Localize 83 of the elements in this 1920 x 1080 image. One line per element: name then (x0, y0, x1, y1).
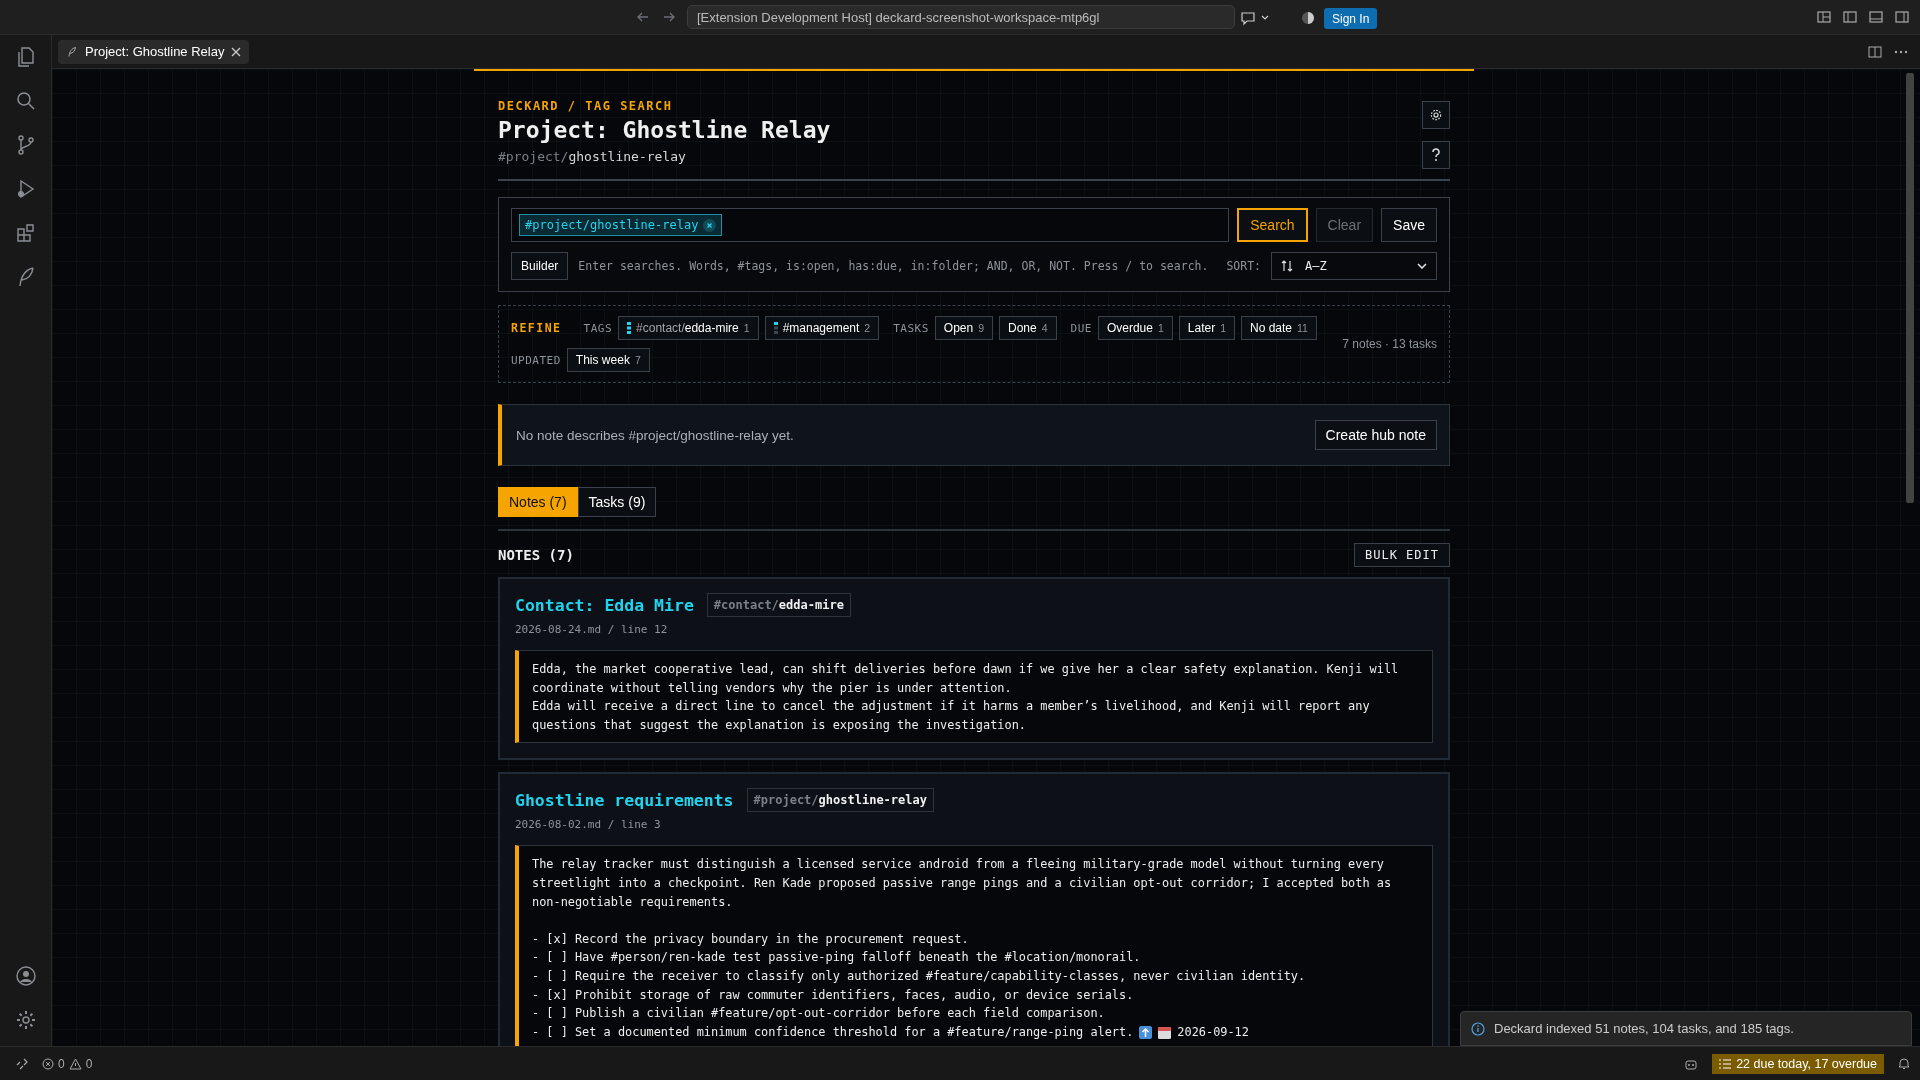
page-title: Project: Ghostline Relay (498, 117, 831, 143)
tab-title: Project: Ghostline Relay (85, 44, 225, 59)
forward-icon[interactable] (662, 10, 676, 24)
chevron-down-icon (1417, 263, 1427, 269)
bell-icon[interactable] (1898, 1057, 1910, 1070)
search-hint: Enter searches. Words, #tags, is:open, has:due, in:folder; AND, OR, NOT. Press / to search. (578, 259, 1210, 273)
error-count[interactable]: 0 (58, 1056, 65, 1071)
refine-label: REFINE (511, 321, 562, 335)
search-action-button[interactable]: Search (1237, 208, 1308, 242)
query-field[interactable]: #project/ghostline-relay (511, 208, 1230, 242)
error-icon[interactable] (42, 1057, 54, 1070)
sort-label: SORT: (1226, 259, 1261, 273)
note-title[interactable]: Contact: Edda Mire (515, 595, 694, 615)
tag-chip[interactable]: #project/ghostline-relay (519, 214, 723, 236)
search-action-button[interactable]: Save (1381, 208, 1437, 242)
warning-count[interactable]: 0 (85, 1056, 93, 1071)
create-hub-note-button[interactable]: Create hub note (1314, 420, 1437, 450)
sign-in-button[interactable]: Sign In (1324, 8, 1378, 29)
split-editor-icon[interactable] (1868, 44, 1882, 59)
section-heading: NOTES (7) (498, 547, 574, 563)
note-tag[interactable]: #contact/edda-mire (706, 593, 851, 617)
warning-icon[interactable] (68, 1057, 82, 1070)
filter-group-label: DUE (1070, 321, 1092, 335)
command-center[interactable]: [Extension Development Host] deckard-screenshot-workspace-mtp6gl (687, 5, 1235, 29)
checklist-icon (1719, 1057, 1732, 1070)
task-line: - [ ] Set a documented minimum confidence threshold for a #feature/range-ping alert. (532, 1023, 1134, 1041)
notice-text: No note describes #project/ghostline-relay yet. (516, 427, 794, 443)
tag-path: #project/ghostline-relay (498, 149, 687, 164)
back-icon[interactable] (636, 10, 650, 24)
layout-icon[interactable] (1842, 9, 1858, 25)
filter-chip[interactable]: Overdue 1 (1097, 316, 1173, 340)
filter-chip[interactable]: No date 11 (1241, 316, 1317, 340)
settings-button[interactable] (1422, 101, 1450, 129)
note-title[interactable]: Ghostline requirements (515, 790, 734, 810)
account-icon[interactable] (13, 964, 38, 988)
half-circle-icon[interactable] (1300, 10, 1316, 26)
filter-group-label: TASKS (893, 321, 929, 335)
task-line: - [ ] Publish a civilian #feature/opt-out-corridor before each field comparison. (532, 1005, 1105, 1023)
tag-marker-icon (627, 322, 632, 334)
layout-icon[interactable] (1868, 9, 1884, 25)
info-icon (1471, 1021, 1485, 1036)
task-line: - [x] Record the privacy boundary in the procurement request. (532, 930, 969, 948)
layout-icon[interactable] (1894, 9, 1910, 25)
filter-chip[interactable]: Done 4 (999, 316, 1057, 340)
help-icon (1431, 148, 1441, 162)
sort-select[interactable]: A–Z (1271, 252, 1437, 280)
filter-chip[interactable]: This week 7 (566, 348, 650, 372)
close-icon[interactable] (231, 46, 242, 57)
editor-tab[interactable]: Project: Ghostline Relay (58, 39, 250, 64)
feather-icon (66, 45, 78, 58)
help-button[interactable] (1422, 141, 1450, 169)
layout-icon[interactable] (1816, 9, 1832, 25)
filter-group-label: UPDATED (511, 353, 561, 367)
filter-chip[interactable]: Later 1 (1178, 316, 1235, 340)
more-icon[interactable] (1894, 49, 1908, 54)
sort-icon (1281, 260, 1293, 272)
due-status-item[interactable]: 22 due today, 17 overdue (1712, 1053, 1884, 1074)
result-summary: 7 notes · 13 tasks (1342, 337, 1437, 351)
note-tag[interactable]: #project/ghostline-relay (746, 788, 934, 813)
note-source: 2026-08-02.md / line 3 (515, 818, 662, 832)
view-tab[interactable]: Notes (7) (498, 487, 578, 517)
excerpt-text: Edda, the market cooperative lead, can shift deliveries before dawn if we give her a clear safety explanation. Kenji will coordinate without telling vendors why the pier is under attention. (532, 661, 1400, 697)
excerpt-text: The relay tracker must distinguish a licensed service android from a fleeing military-grade model without turning every streetlight into a checkpoint. Ren Kade proposed passive range pings and a civilian opt-out corridor; I accepted both as non-negotiable requirements. (532, 856, 1393, 911)
toast-text: Deckard indexed 51 notes, 104 tasks, and 185 tags. (1494, 1021, 1794, 1036)
task-line: - [ ] Require the receiver to classify only authorized #feature/capability-classes, never civilian identity. (532, 967, 1306, 985)
note-source: 2026-08-24.md / line 12 (515, 623, 669, 636)
due-date: 2026-09-12 (1177, 1023, 1249, 1041)
tag-marker-icon (773, 322, 778, 334)
remove-icon[interactable] (703, 218, 717, 232)
filter-chip[interactable]: Open 9 (934, 316, 993, 340)
calendar-icon (1158, 1025, 1172, 1039)
task-line: - [x] Prohibit storage of raw commuter identifiers, faces, audio, or device serials. (532, 986, 1134, 1004)
bulk-edit-button[interactable]: BULK EDIT (1353, 543, 1450, 567)
builder-button[interactable]: Builder (511, 252, 569, 280)
filter-group-label: TAGS (583, 321, 613, 335)
excerpt-text: Edda will receive a direct line to cancel the adjustment if it harms a member’s livelihood, and Kenji will report any questions that suggest the explanation is exposing the investigation. (532, 698, 1371, 734)
filter-chip[interactable]: #management 2 (764, 316, 880, 340)
chat-icon[interactable] (1240, 10, 1270, 26)
task-line: - [ ] Have #person/ren-kade test passive-ping falloff beneath the #location/monorail. (532, 949, 1141, 967)
view-tab[interactable]: Tasks (9) (577, 487, 657, 517)
filter-chip[interactable]: #contact/edda-mire 1 (618, 316, 759, 340)
scrollbar[interactable] (1906, 73, 1914, 503)
breadcrumb: DECKARD / TAG SEARCH (498, 99, 674, 113)
